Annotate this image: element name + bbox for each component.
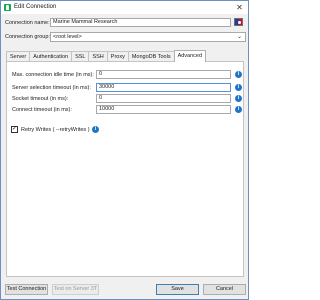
- connect-timeout-input[interactable]: 10000: [96, 105, 231, 114]
- connect-timeout-label: Connect timeout (in ms):: [12, 107, 72, 113]
- info-icon[interactable]: i: [92, 126, 99, 133]
- cancel-button[interactable]: Cancel: [203, 284, 246, 295]
- test-connection-button[interactable]: Test Connection: [5, 284, 48, 295]
- tab-advanced[interactable]: Advanced: [173, 50, 207, 62]
- info-icon[interactable]: i: [235, 71, 242, 78]
- connection-name-label: Connection name:: [5, 20, 50, 26]
- title-bar: Edit Connection ✕: [1, 1, 248, 14]
- test-on-server-button: Test on Server 3T: [52, 284, 99, 295]
- server-selection-timeout-label: Server selection timeout (in ms):: [12, 85, 91, 91]
- retry-writes-label[interactable]: Retry Writes ( --retryWrites ): [21, 127, 90, 133]
- server-selection-timeout-input[interactable]: 30000: [96, 83, 231, 92]
- max-idle-time-label: Max. connection idle time (in ms):: [12, 72, 94, 78]
- info-icon[interactable]: i: [235, 84, 242, 91]
- connection-color-flag-icon[interactable]: [234, 18, 243, 26]
- retry-writes-checkbox[interactable]: ✓: [11, 126, 18, 133]
- connection-name-input[interactable]: Marine Mammal Research: [50, 18, 231, 27]
- max-idle-time-input[interactable]: 0: [96, 70, 231, 79]
- info-icon[interactable]: i: [235, 95, 242, 102]
- socket-timeout-label: Socket timeout (in ms):: [12, 96, 69, 102]
- save-button[interactable]: Save: [156, 284, 199, 295]
- window-title: Edit Connection: [14, 4, 57, 10]
- app-logo-icon: [4, 4, 11, 11]
- chevron-down-icon: ⌄: [236, 34, 242, 40]
- edit-connection-dialog: Edit Connection ✕ Connection name: Marin…: [0, 0, 249, 300]
- advanced-panel: Max. connection idle time (in ms): 0 i S…: [6, 61, 244, 277]
- info-icon[interactable]: i: [235, 106, 242, 113]
- socket-timeout-input[interactable]: 0: [96, 94, 231, 103]
- close-button[interactable]: ✕: [234, 2, 245, 13]
- connection-group-select[interactable]: <root level> ⌄: [50, 32, 246, 42]
- connection-group-value: <root level>: [53, 34, 82, 40]
- connection-group-label: Connection group:: [5, 34, 50, 40]
